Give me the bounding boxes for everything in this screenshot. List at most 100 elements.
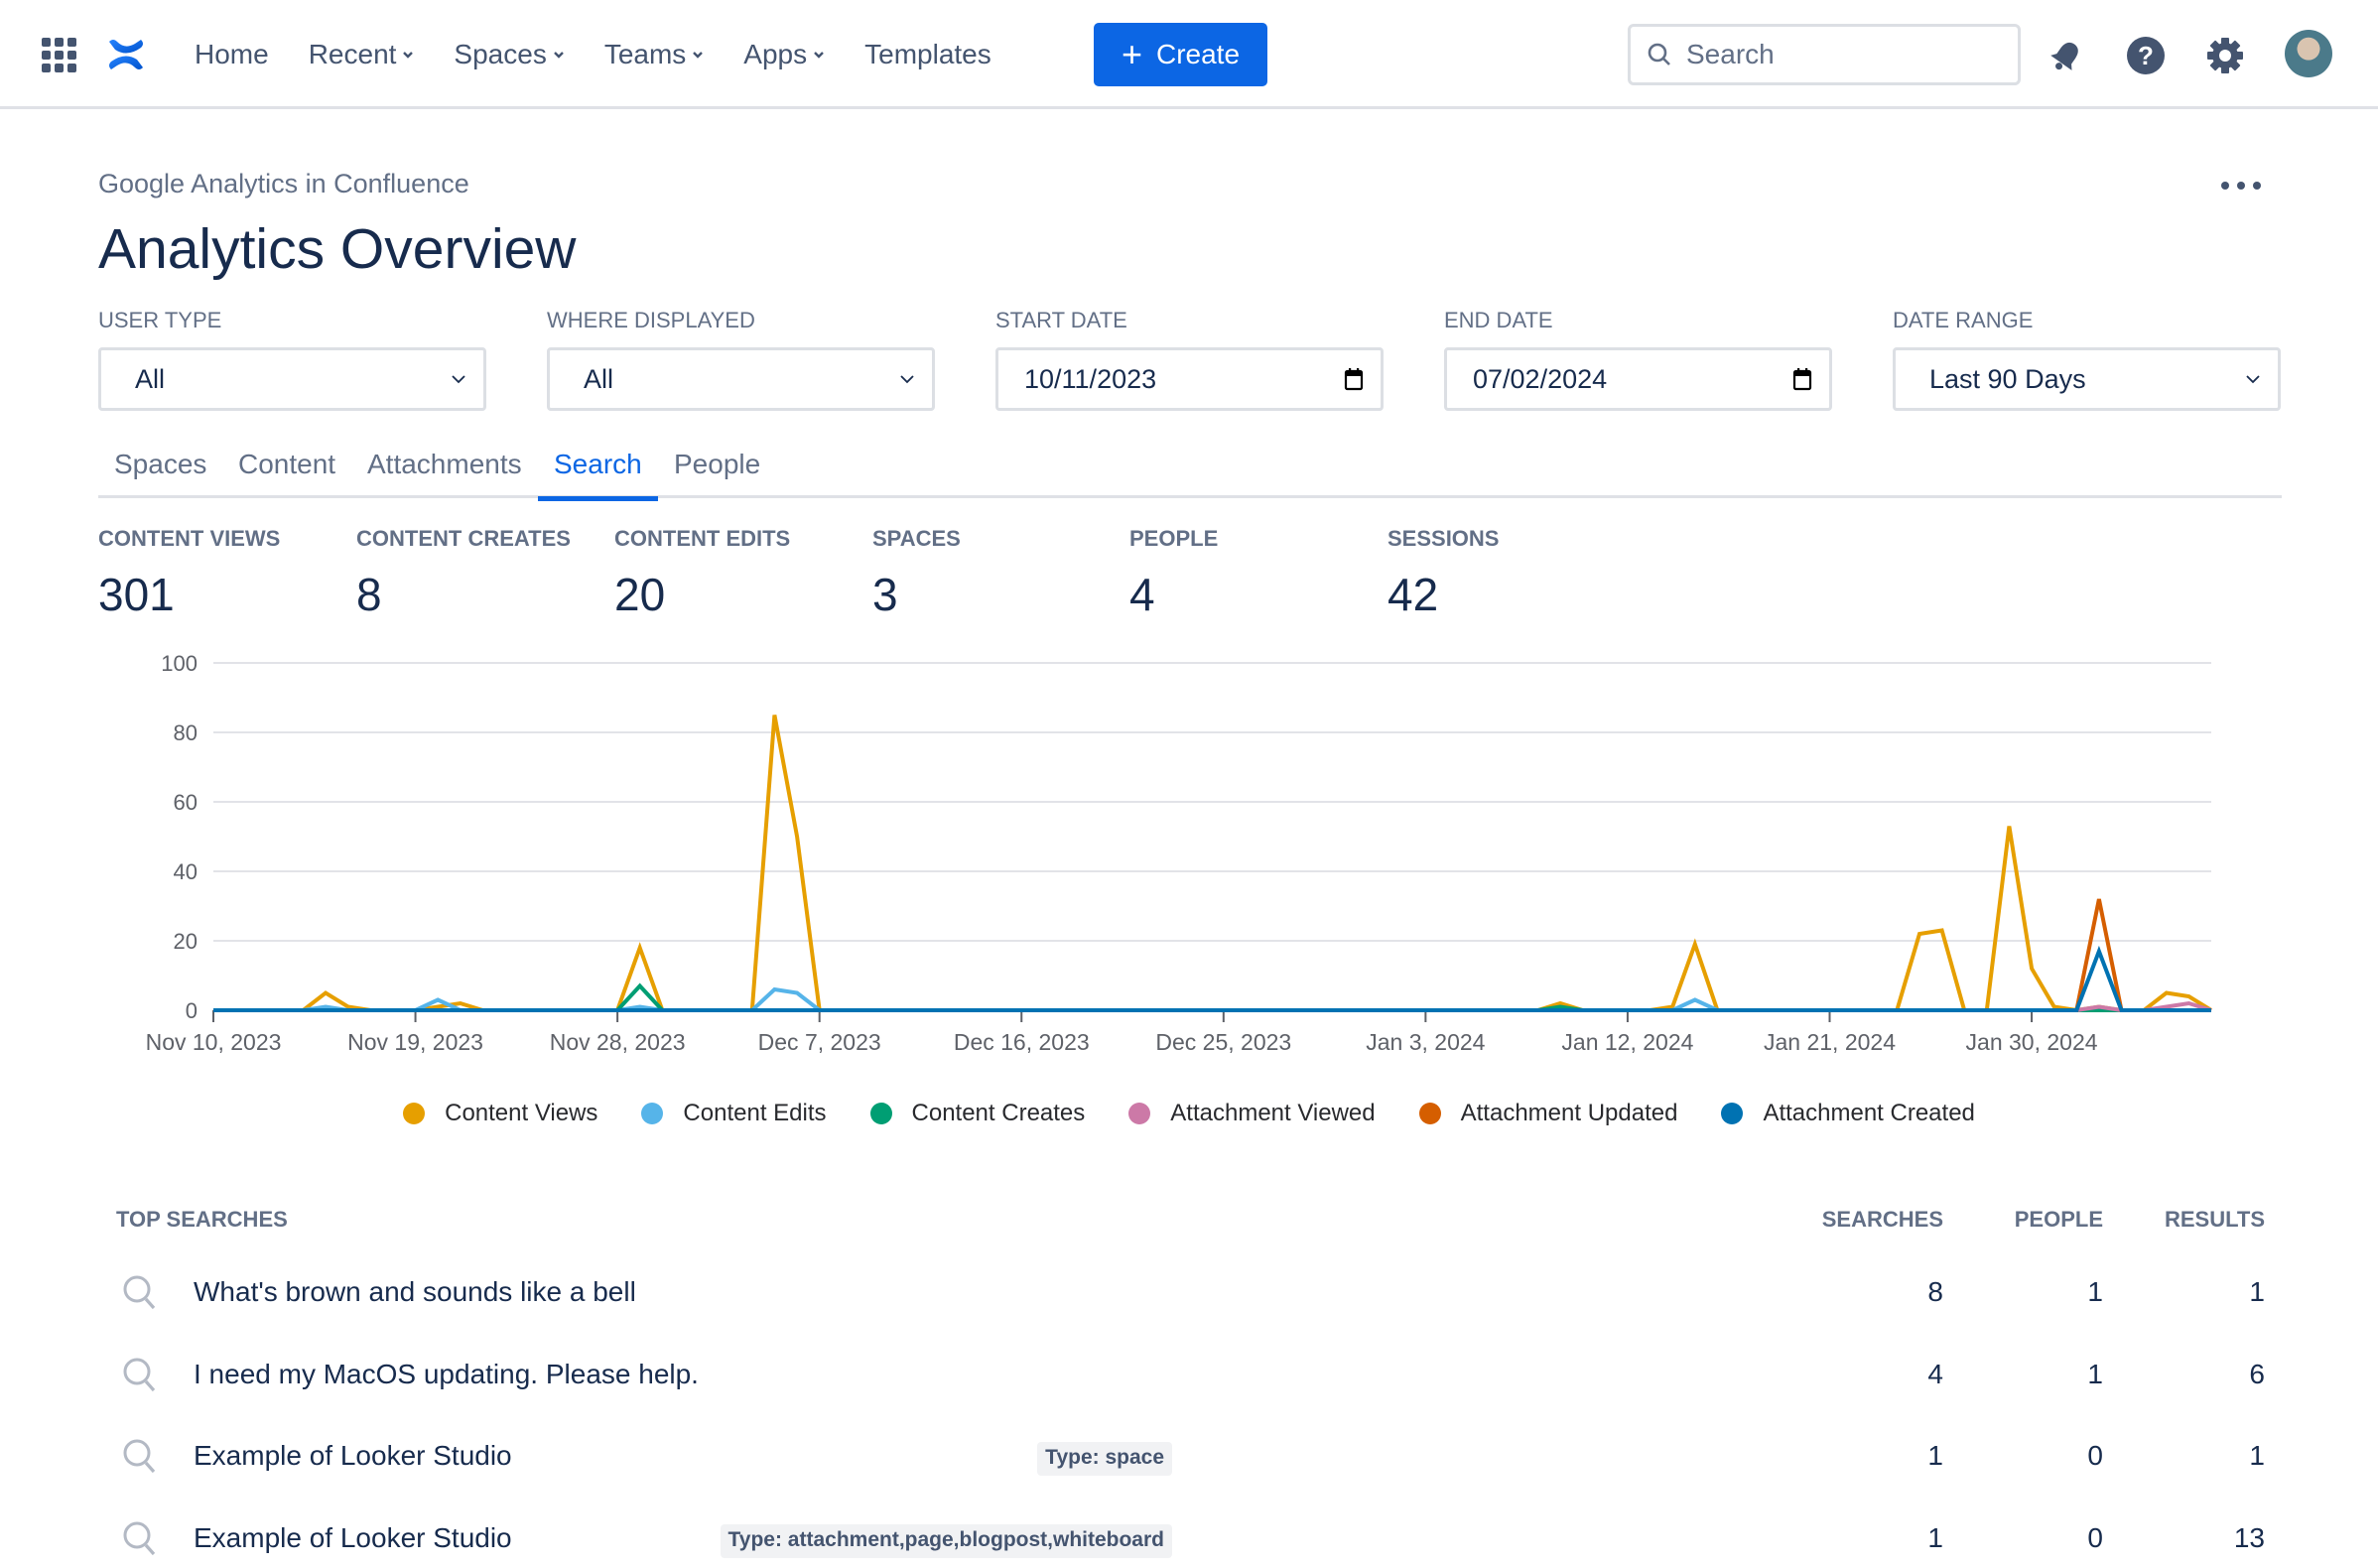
nav-spaces[interactable]: Spaces <box>454 39 564 70</box>
nav-apps[interactable]: Apps <box>743 39 825 70</box>
y-tick-label: 100 <box>161 651 198 676</box>
user-type-select[interactable]: All <box>98 347 486 411</box>
results-count: 1 <box>2249 1440 2265 1471</box>
calendar-icon[interactable] <box>1343 366 1365 392</box>
create-button[interactable]: + Create <box>1094 23 1267 86</box>
legend-swatch <box>1418 1103 1441 1124</box>
legend-swatch <box>1721 1103 1744 1124</box>
legend-label: Attachment Updated <box>1460 1100 1678 1126</box>
start-date-input[interactable]: 10/11/2023 <box>995 347 1384 411</box>
x-tick-label: Nov 19, 2023 <box>347 1029 483 1055</box>
filter-end-date: END DATE 07/02/2024 <box>1444 308 1832 411</box>
x-tick-label: Jan 3, 2024 <box>1366 1029 1485 1055</box>
legend-item[interactable]: Content Creates <box>869 1100 1085 1127</box>
app-switcher-icon[interactable] <box>42 38 76 72</box>
y-tick-label: 40 <box>174 859 198 884</box>
stat-label: CONTENT VIEWS <box>98 526 281 551</box>
settings-icon[interactable] <box>2205 36 2245 75</box>
nav-teams-label: Teams <box>603 39 687 69</box>
search-query[interactable]: What's brown and sounds like a bell <box>194 1276 636 1308</box>
stat-spaces: SPACES 3 <box>872 526 961 621</box>
plus-icon: + <box>1121 34 1142 74</box>
column-header-people[interactable]: PEOPLE <box>2015 1207 2103 1233</box>
y-tick-label: 80 <box>174 720 198 745</box>
series-line-content-views <box>213 715 2213 1013</box>
legend-item[interactable]: Attachment Created <box>1721 1100 1975 1127</box>
x-tick-label: Dec 25, 2023 <box>1155 1029 1291 1055</box>
stat-value: 3 <box>872 569 898 620</box>
calendar-icon[interactable] <box>1791 366 1813 392</box>
search-icon <box>123 1521 156 1556</box>
series-line-content-edits <box>213 986 2211 1012</box>
column-header-results[interactable]: RESULTS <box>2165 1207 2265 1233</box>
breadcrumb[interactable]: Google Analytics in Confluence <box>98 169 469 199</box>
global-search[interactable] <box>1628 24 2021 85</box>
tab-search[interactable]: Search <box>538 449 658 501</box>
tab-people[interactable]: People <box>674 449 760 498</box>
legend-swatch <box>869 1103 892 1124</box>
where-displayed-select[interactable]: All <box>547 347 935 411</box>
nav-teams[interactable]: Teams <box>604 39 704 70</box>
column-header-searches[interactable]: SEARCHES <box>1822 1207 1943 1233</box>
filter-label: END DATE <box>1444 308 1553 332</box>
stat-people: PEOPLE 4 <box>1129 526 1218 621</box>
stat-content-creates: CONTENT CREATES 8 <box>356 526 571 621</box>
top-navigation-bar: Home Recent Spaces Teams Apps Templates … <box>0 0 2378 109</box>
y-tick-label: 0 <box>186 998 198 1023</box>
nav-templates[interactable]: Templates <box>864 39 991 70</box>
search-query[interactable]: Example of Looker Studio <box>194 1440 512 1472</box>
nav-home[interactable]: Home <box>195 39 269 70</box>
chevron-down-icon <box>900 375 914 384</box>
search-query[interactable]: I need my MacOS updating. Please help. <box>194 1359 699 1390</box>
notifications-icon[interactable] <box>2047 36 2086 75</box>
x-tick-label: Dec 16, 2023 <box>954 1029 1090 1055</box>
legend-label: Attachment Created <box>1763 1100 1975 1126</box>
nav-apps-label: Apps <box>743 39 808 69</box>
legend-item[interactable]: Attachment Viewed <box>1128 1100 1376 1127</box>
chevron-down-icon <box>452 375 465 384</box>
search-row[interactable]: What's brown and sounds like a bell 8 1 1 <box>116 1262 2265 1322</box>
searches-count: 1 <box>1927 1440 1943 1471</box>
results-count: 1 <box>2249 1276 2265 1307</box>
tab-spaces[interactable]: Spaces <box>114 449 206 498</box>
user-avatar[interactable] <box>2285 30 2332 77</box>
chevron-down-icon <box>814 52 824 59</box>
date-value: 07/02/2024 <box>1473 363 1608 394</box>
date-range-select[interactable]: Last 90 Days <box>1893 347 2281 411</box>
legend-item[interactable]: Attachment Updated <box>1418 1100 1678 1127</box>
series-line-content-creates <box>213 982 2211 1012</box>
chevron-down-icon <box>553 52 564 59</box>
filter-label: USER TYPE <box>98 308 222 332</box>
legend-swatch <box>403 1103 426 1124</box>
create-button-label: Create <box>1155 39 1241 69</box>
filter-date-range: DATE RANGE Last 90 Days <box>1893 308 2281 411</box>
stat-content-views: CONTENT VIEWS 301 <box>98 526 280 621</box>
searches-count: 4 <box>1927 1359 1943 1389</box>
search-row[interactable]: Example of Looker Studio Type: space 1 0 1 <box>116 1426 2265 1486</box>
stat-value: 42 <box>1387 569 1439 620</box>
tab-attachments[interactable]: Attachments <box>367 449 522 498</box>
stat-label: SPACES <box>872 526 961 551</box>
tab-content[interactable]: Content <box>238 449 335 498</box>
search-input[interactable] <box>1686 39 2004 70</box>
end-date-input[interactable]: 07/02/2024 <box>1444 347 1832 411</box>
more-actions-button[interactable] <box>2221 171 2261 200</box>
legend-item[interactable]: Content Views <box>403 1100 597 1127</box>
confluence-logo[interactable] <box>105 34 147 75</box>
filter-where-displayed: WHERE DISPLAYED All <box>547 308 935 411</box>
legend-item[interactable]: Content Edits <box>641 1100 827 1127</box>
search-query[interactable]: Example of Looker Studio <box>194 1522 512 1554</box>
searches-count: 8 <box>1927 1276 1943 1307</box>
results-count: 13 <box>2233 1522 2265 1553</box>
svg-text:?: ? <box>2138 41 2154 70</box>
search-row[interactable]: Example of Looker Studio Type: attachment… <box>116 1508 2265 1568</box>
help-icon[interactable]: ? <box>2126 36 2166 75</box>
x-tick-label: Jan 12, 2024 <box>1561 1029 1693 1055</box>
legend-label: Content Edits <box>683 1100 827 1126</box>
nav-recent[interactable]: Recent <box>309 39 415 70</box>
filter-user-type: USER TYPE All <box>98 308 486 411</box>
legend-swatch <box>641 1103 664 1124</box>
search-row[interactable]: I need my MacOS updating. Please help. 4 1… <box>116 1345 2265 1404</box>
search-icon <box>123 1439 156 1474</box>
search-icon <box>1648 43 1670 65</box>
